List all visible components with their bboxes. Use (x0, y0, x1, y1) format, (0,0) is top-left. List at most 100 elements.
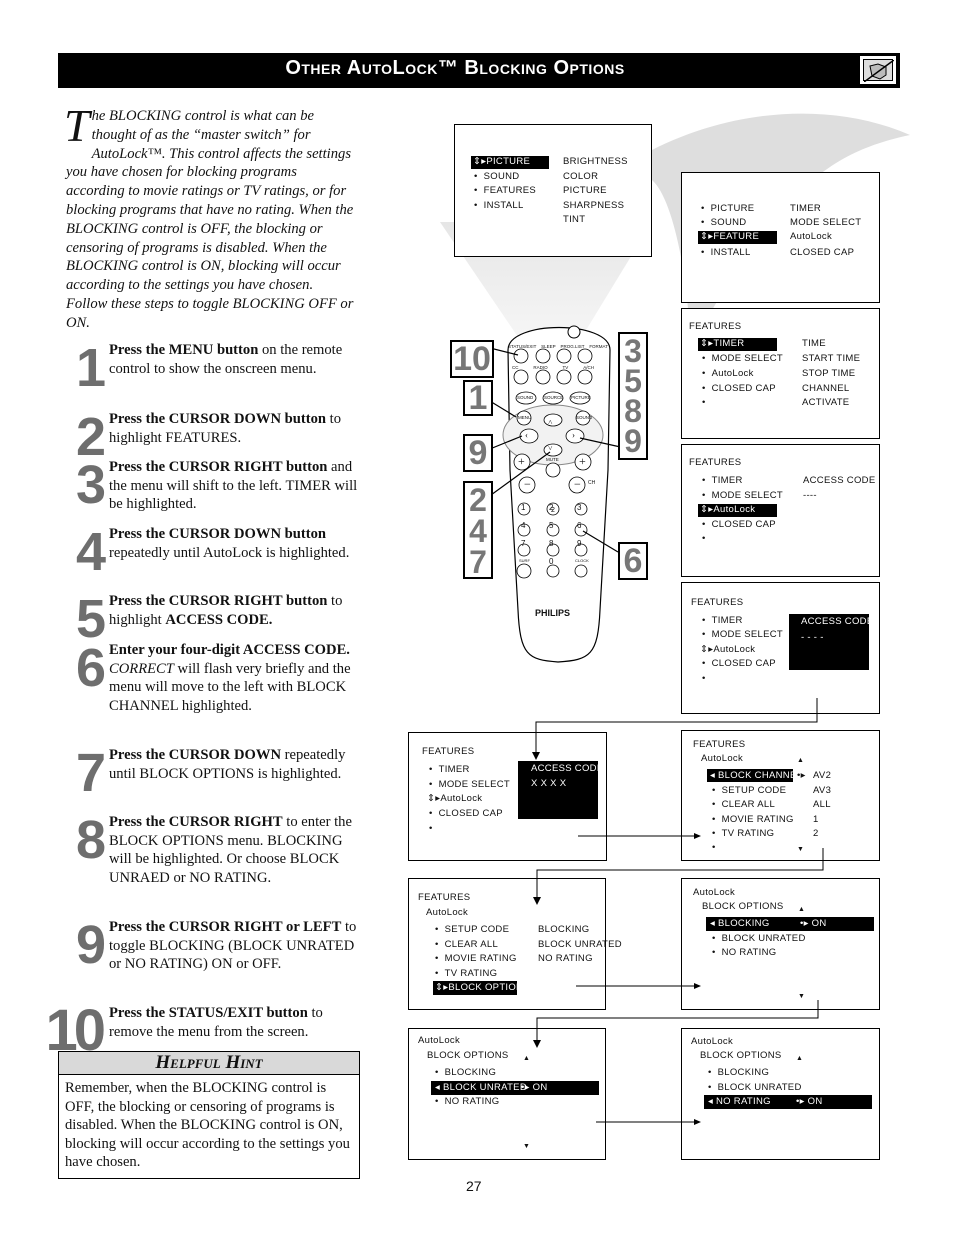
step-number: 6 (75, 638, 106, 698)
menu-title: FEATURES (693, 739, 746, 750)
menu-item: SOUND (701, 217, 747, 228)
scroll-down-icon: ▼ (797, 846, 805, 853)
toggle-value: •▸ ON (800, 918, 827, 929)
step-text: Press the CURSOR DOWN button repeatedly … (109, 526, 350, 561)
menu-item: NO RATING (712, 947, 776, 958)
menu-item: BLOCK UNRATED (708, 1082, 802, 1093)
menu-item-selected: ◂ BLOCKING (710, 918, 770, 929)
menu-item: TV RATING (435, 968, 497, 979)
scroll-up-icon: ▲ (796, 1055, 804, 1062)
menu-item: SETUP CODE (435, 924, 509, 935)
menu-item (702, 397, 712, 408)
step-text: Enter your four-digit ACCESS CODE. CORRE… (109, 642, 351, 715)
scroll-up-icon: ▲ (798, 906, 806, 913)
menu-item: MOVIE RATING (712, 814, 794, 825)
menu-item (712, 842, 722, 853)
menu-screen-6: FEATURES TIMER MODE SELECT ⇕▸AutoLock CL… (408, 732, 607, 861)
submenu-item: COLOR (563, 171, 599, 182)
menu-screen-8: FEATURES AutoLock SETUP CODE CLEAR ALL M… (408, 878, 622, 1010)
step-text: Press the CURSOR RIGHT button to highlig… (109, 593, 343, 628)
menu-item: MODE SELECT (702, 353, 783, 364)
menu-item: NO RATING (435, 1096, 499, 1107)
value: AV3 (813, 785, 832, 796)
access-code-box: ACCESS CODE X X X X (518, 761, 603, 819)
scroll-up-icon: ▲ (523, 1055, 531, 1062)
submenu-item: PICTURE (563, 185, 607, 196)
menu-item: BLOCK UNRATED (712, 933, 806, 944)
callout-steps-3-5-8-9: 3589 (618, 332, 648, 460)
menu-item: AutoLock (702, 368, 754, 379)
menu-screen-11: AutoLock BLOCK OPTIONS ▲ BLOCKING BLOCK … (681, 1028, 880, 1160)
submenu-item: START TIME (802, 353, 861, 364)
menu-item: CLOSED CAP (702, 383, 776, 394)
toggle-value: •▸ ON (796, 1096, 823, 1107)
submenu-item: ACTIVATE (802, 397, 850, 408)
menu-item: PICTURE (701, 203, 755, 214)
step-text: Press the CURSOR RIGHT button and the me… (109, 459, 358, 513)
toggle-value: •▸ ON (521, 1082, 548, 1093)
step-number: 3 (75, 455, 106, 515)
value: 2 (813, 828, 819, 839)
menu-item (702, 673, 712, 684)
menu-subtitle: BLOCK OPTIONS (427, 1050, 509, 1061)
menu-item: TV RATING (712, 828, 774, 839)
menu-screen-3: FEATURES ⇕▸TIMER MODE SELECT AutoLock CL… (681, 308, 880, 439)
menu-subtitle: BLOCK OPTIONS (702, 901, 784, 912)
submenu-item: NO RATING (538, 953, 593, 964)
menu-item-selected: ⇕▸AutoLock (700, 504, 756, 515)
menu-screen-9: AutoLock BLOCK OPTIONS ▲ ◂ BLOCKING •▸ O… (681, 878, 880, 1010)
callout-step-1: 1 (463, 380, 493, 416)
menu-item-selected: ⇕▸AutoLock (700, 644, 756, 655)
intro-paragraph: The BLOCKING control is what can be thou… (64, 100, 358, 333)
menu-item: MODE SELECT (429, 779, 510, 790)
menu-item-selected: ⇕▸PICTURE (473, 156, 531, 167)
submenu-item: BLOCKING (538, 924, 590, 935)
callout-steps-2-4-7: 247 (463, 481, 493, 579)
step-number: 1 (75, 338, 106, 398)
step-text: Press the CURSOR RIGHT to enter the BLOC… (109, 814, 352, 887)
menu-item: MODE SELECT (702, 490, 783, 501)
menu-title: AutoLock (418, 1035, 461, 1046)
callout-step-10: 10 (450, 340, 494, 378)
menu-screen-1: ⇕▸PICTURE SOUND FEATURES INSTALL BRIGHTN… (454, 124, 652, 257)
hint-text: Remember, when the BLOCKING control is O… (65, 1080, 350, 1171)
page-title: Other AutoLock™ Blocking Options (285, 57, 625, 79)
scroll-down-icon: ▼ (523, 1143, 531, 1150)
step-number: 7 (75, 743, 106, 803)
callout-step-9-left: 9 (463, 434, 493, 472)
menu-item: TIMER (702, 475, 743, 486)
value: AV2 (813, 770, 832, 781)
menu-item: MODE SELECT (702, 629, 783, 640)
menu-item: INSTALL (701, 247, 751, 258)
callout-step-6: 6 (618, 542, 648, 580)
menu-item (429, 823, 439, 834)
menu-title: AutoLock (691, 1036, 734, 1047)
hint-title: Helpful Hint (59, 1052, 359, 1075)
step-number: 10 (45, 998, 106, 1063)
menu-item: TIMER (702, 615, 743, 626)
step-number: 4 (75, 522, 106, 582)
menu-screen-7: FEATURES AutoLock ▲ ◂ BLOCK CHANNEL •▸ S… (681, 730, 880, 861)
access-code-label: ACCESS CODE (803, 475, 876, 486)
step-text: Press the CURSOR DOWN button to highligh… (109, 411, 342, 446)
no-hand-icon (859, 55, 897, 85)
menu-item: CLEAR ALL (435, 939, 498, 950)
submenu-item: TIME (802, 338, 826, 349)
submenu-item: BLOCK UNRATED (538, 939, 622, 950)
menu-item-selected: ◂ NO RATING (708, 1096, 771, 1107)
step-text: Press the MENU button on the remote cont… (109, 342, 343, 377)
menu-item: CLEAR ALL (712, 799, 775, 810)
menu-item: BLOCKING (708, 1067, 769, 1078)
value: ALL (813, 799, 831, 810)
helpful-hint-box: Helpful Hint Remember, when the BLOCKING… (58, 1051, 360, 1179)
menu-item-selected: ⇕▸FEATURE (700, 231, 760, 242)
submenu-item: SHARPNESS (563, 200, 625, 211)
menu-screen-4: FEATURES TIMER MODE SELECT ⇕▸AutoLock CL… (681, 444, 880, 577)
menu-item-selected: ⇕▸AutoLock (427, 793, 483, 804)
menu-item (702, 533, 712, 544)
menu-item: MOVIE RATING (435, 953, 517, 964)
menu-subtitle: AutoLock (426, 907, 469, 918)
drop-cap: T (64, 100, 90, 151)
menu-title: FEATURES (422, 746, 475, 757)
menu-item: CLOSED CAP (702, 658, 776, 669)
